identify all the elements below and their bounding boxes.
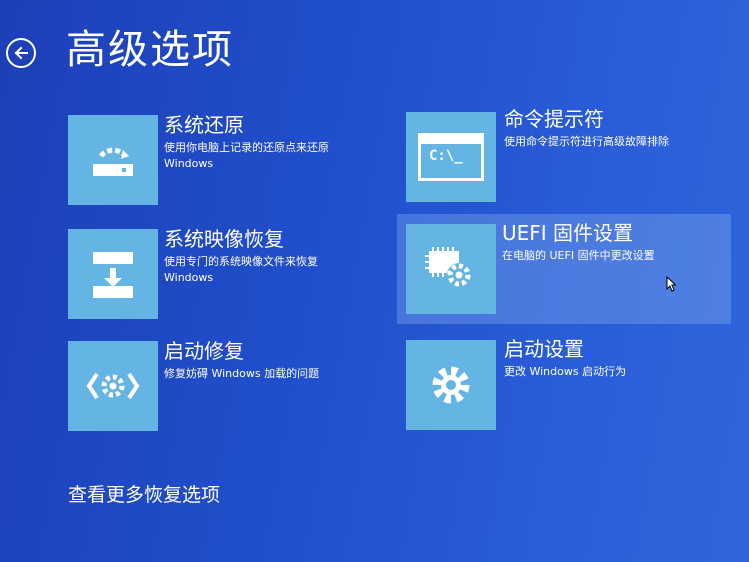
firmware-settings-icon — [425, 247, 471, 287]
startup-settings-tile — [406, 340, 496, 430]
page-title: 高级选项 — [66, 27, 234, 73]
system-restore-tile — [68, 115, 158, 205]
option-title: 系统还原 — [164, 113, 244, 137]
firmware-settings-tile — [406, 224, 496, 314]
option-title: UEFI 固件设置 — [502, 221, 634, 245]
command-prompt-tile: C:\_ — [406, 112, 496, 202]
system-restore-icon — [93, 147, 133, 176]
option-title: 启动设置 — [504, 337, 584, 361]
option-title: 启动修复 — [164, 339, 244, 363]
option-description: 修复妨碍 Windows 加载的问题 — [164, 367, 320, 380]
option-description: 使用专门的系统映像文件来恢复 Windows — [164, 255, 318, 284]
option-description: 更改 Windows 启动行为 — [504, 365, 627, 378]
back-arrow-icon — [14, 46, 28, 60]
mouse-cursor-icon — [666, 276, 676, 292]
option-startup-repair[interactable]: 启动修复 修复妨碍 Windows 加载的问题 — [68, 338, 368, 434]
option-title: 命令提示符 — [504, 107, 604, 131]
option-description: 使用命令提示符进行高级故障排除 — [504, 135, 669, 148]
image-recovery-tile — [68, 229, 158, 319]
option-command-prompt[interactable]: C:\_ 命令提示符 使用命令提示符进行高级故障排除 — [406, 106, 706, 206]
option-system-image-recovery[interactable]: 系统映像恢复 使用专门的系统映像文件来恢复 Windows — [68, 226, 368, 322]
startup-repair-icon — [86, 372, 140, 400]
image-recovery-icon — [93, 252, 133, 298]
command-prompt-icon: C:\_ — [418, 133, 484, 181]
command-prompt-titlebar — [421, 136, 481, 144]
more-recovery-options-link[interactable]: 查看更多恢复选项 — [68, 482, 220, 508]
startup-repair-tile — [68, 341, 158, 431]
option-title: 系统映像恢复 — [164, 227, 284, 251]
command-prompt-text: C:\_ — [429, 148, 463, 164]
option-description: 使用你电脑上记录的还原点来还原 Windows — [164, 141, 329, 170]
option-startup-settings[interactable]: 启动设置 更改 Windows 启动行为 — [406, 336, 706, 436]
startup-settings-icon — [432, 366, 470, 404]
option-uefi-firmware-settings[interactable]: UEFI 固件设置 在电脑的 UEFI 固件中更改设置 — [397, 214, 731, 324]
option-description: 在电脑的 UEFI 固件中更改设置 — [502, 249, 655, 262]
back-button[interactable] — [6, 38, 36, 68]
option-system-restore[interactable]: 系统还原 使用你电脑上记录的还原点来还原 Windows — [68, 112, 368, 208]
